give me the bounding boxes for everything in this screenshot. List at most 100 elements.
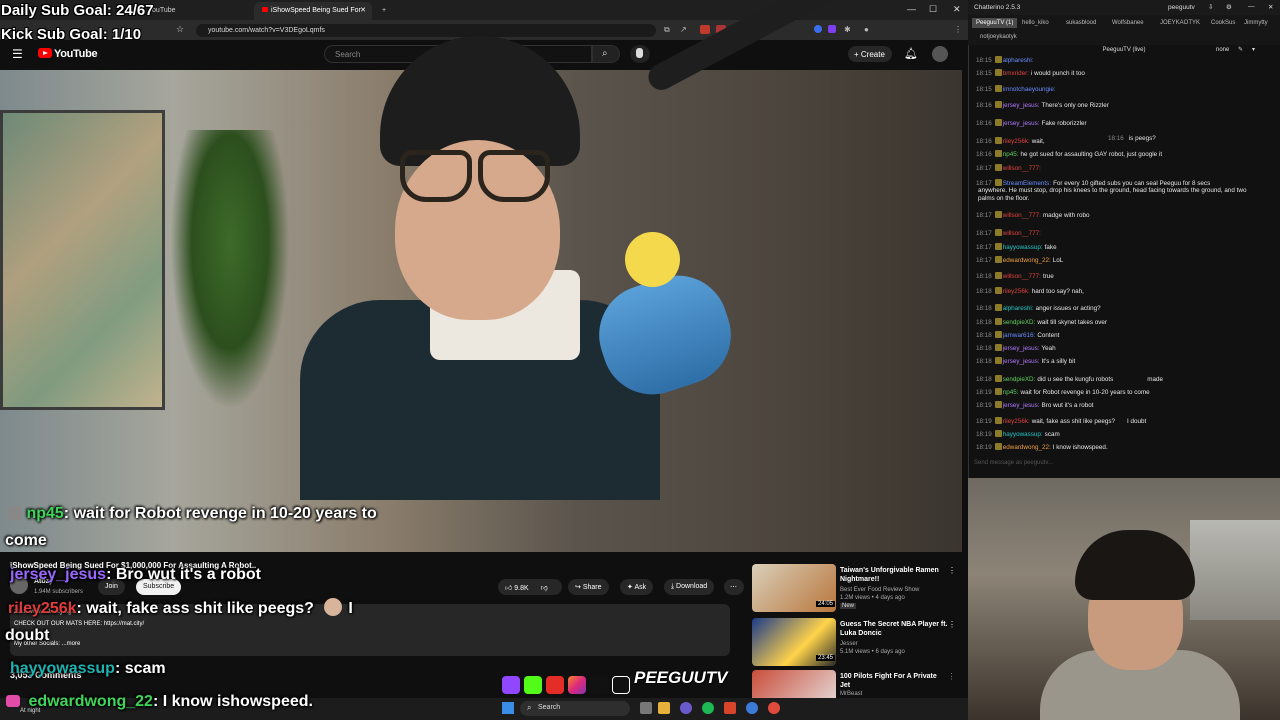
video-menu-icon[interactable]: ⋮ bbox=[948, 672, 952, 681]
chat-tab[interactable]: PeeguuTV (1) bbox=[972, 18, 1018, 28]
brave-icon[interactable] bbox=[724, 702, 736, 714]
chat-username[interactable]: alphareshi: bbox=[1003, 305, 1034, 312]
video-duration: 23:45 bbox=[816, 655, 836, 661]
chatterino-update-icon[interactable]: ⇩ bbox=[1208, 3, 1213, 11]
new-tab-button[interactable]: + bbox=[374, 2, 394, 20]
chat-username[interactable]: sendpieXD: bbox=[1003, 376, 1036, 383]
chat-username[interactable]: jersey_jesus: bbox=[1003, 345, 1040, 352]
recommended-video[interactable]: 23:45 Guess The Secret NBA Player ft. Lu… bbox=[752, 618, 956, 666]
chat-text: did u see the kungfu robots bbox=[1037, 376, 1114, 383]
create-button[interactable]: + Create bbox=[848, 46, 892, 62]
chat-username[interactable]: edwardwong_22: bbox=[1003, 444, 1051, 451]
bookmark-icon[interactable]: ☆ bbox=[176, 24, 184, 35]
close-icon[interactable]: ✕ bbox=[360, 6, 366, 14]
chat-username[interactable]: riley256k: bbox=[1003, 288, 1030, 295]
recommended-video[interactable]: 24:05 Taiwan's Unforgivable Ramen Nightm… bbox=[752, 564, 956, 612]
chat-username[interactable]: jersey_jesus: bbox=[1003, 358, 1040, 365]
youtube-social-icon bbox=[546, 676, 564, 694]
thumbs-down-icon[interactable]: 👎︎ bbox=[541, 585, 548, 592]
url-field[interactable]: youtube.com/watch?v=V3DEgoLqmfs bbox=[196, 24, 656, 37]
chat-tab[interactable]: sukasblood bbox=[1066, 20, 1096, 26]
recommended-video[interactable]: 100 Pilots Fight For A Private Jet MrBea… bbox=[752, 670, 952, 698]
chat-username[interactable]: np45: bbox=[1003, 389, 1019, 396]
share-page-icon[interactable]: ↗ bbox=[680, 25, 687, 34]
chat-username[interactable]: willson__777: bbox=[1003, 212, 1041, 219]
more-actions-button[interactable]: ⋯ bbox=[724, 579, 744, 595]
file-explorer-icon[interactable] bbox=[658, 702, 670, 714]
pencil-icon[interactable]: ✎ bbox=[1238, 46, 1243, 53]
chat-badge-icon bbox=[994, 417, 1002, 424]
chat-tab[interactable]: notjoeykaotyk bbox=[980, 34, 1017, 40]
youtube-logo[interactable]: YouTube bbox=[38, 48, 98, 60]
avatar[interactable] bbox=[932, 46, 948, 62]
chatterino-minimize-icon[interactable]: — bbox=[1248, 3, 1255, 10]
chat-username[interactable]: alphareshi: bbox=[1003, 57, 1034, 64]
chat-badge-icon bbox=[994, 179, 1002, 186]
chat-username[interactable]: willson__777: bbox=[1003, 230, 1041, 237]
share-button[interactable]: ↪ Share bbox=[568, 579, 609, 595]
notifications-bell-icon[interactable]: 🔔︎ bbox=[904, 47, 918, 60]
window-close-icon[interactable]: ✕ bbox=[953, 4, 961, 15]
like-dislike-group: 👍︎ 9.8K 👎︎ bbox=[498, 579, 562, 595]
tab-video[interactable]: iShowSpeed Being Sued For ✕ bbox=[254, 2, 372, 20]
minimize-icon[interactable]: — bbox=[907, 4, 916, 14]
chat-tab[interactable]: Jimmytty bbox=[1244, 20, 1268, 26]
ask-button[interactable]: ✦ Ask bbox=[620, 579, 654, 595]
install-icon[interactable]: ⧉ bbox=[664, 25, 670, 35]
chat-username[interactable]: StreamElements: bbox=[1003, 180, 1051, 187]
chat-username[interactable]: riley256k: bbox=[1003, 418, 1030, 425]
chat-tab[interactable]: hello_kiko bbox=[1022, 20, 1049, 26]
chat-badge-icon bbox=[994, 401, 1002, 408]
chat-username[interactable]: jersey_jesus: bbox=[1003, 402, 1040, 409]
chatterino-close-icon[interactable]: ✕ bbox=[1268, 3, 1273, 11]
chat-username[interactable]: bmxrider: bbox=[1003, 70, 1029, 77]
chat-username[interactable]: willson__777: bbox=[1003, 165, 1041, 172]
spotify-icon[interactable] bbox=[702, 702, 714, 714]
chatterino-account[interactable]: peeguutv bbox=[1168, 4, 1195, 11]
browser-icon[interactable] bbox=[746, 702, 758, 714]
youtube-tab-icon bbox=[262, 7, 268, 12]
chat-input[interactable]: Send message as peeguutv... bbox=[972, 458, 1278, 470]
chat-badge-icon bbox=[994, 69, 1002, 76]
extension-blue-icon[interactable] bbox=[814, 25, 822, 33]
chat-username[interactable]: riley256k: bbox=[1003, 138, 1030, 145]
voice-search-button[interactable] bbox=[630, 45, 650, 63]
chat-message: 18:16 jersey_jesus: There's only one Rizzl… bbox=[976, 101, 1276, 110]
video-channel: Jesser bbox=[840, 641, 858, 647]
profile-icon[interactable]: ● bbox=[864, 25, 869, 34]
chat-mode[interactable]: none bbox=[1216, 47, 1229, 53]
chatterino-settings-icon[interactable]: ⚙︎ bbox=[1226, 3, 1232, 11]
video-menu-icon[interactable]: ⋮ bbox=[948, 620, 956, 629]
chat-username[interactable]: sendpieXD: bbox=[1003, 319, 1036, 326]
chat-message: 18:19 jersey_jesus: Bro wut it's a robot bbox=[976, 401, 1276, 410]
chat-username[interactable]: jersey_jesus: bbox=[1003, 120, 1040, 127]
chrome-icon[interactable] bbox=[768, 702, 780, 714]
maximize-icon[interactable]: ☐ bbox=[929, 4, 937, 15]
chat-username[interactable]: hayyowassup: bbox=[1003, 431, 1043, 438]
chat-tab[interactable]: Wolfsbanee bbox=[1112, 20, 1144, 26]
puzzle-icon[interactable]: ✱ bbox=[844, 25, 851, 34]
discord-icon[interactable] bbox=[680, 702, 692, 714]
chat-username[interactable]: willson__777: bbox=[1003, 273, 1041, 280]
extension-purple-icon[interactable] bbox=[828, 25, 836, 33]
chat-tab[interactable]: JOEYKAOTYK bbox=[1160, 20, 1200, 26]
video-menu-icon[interactable]: ⋮ bbox=[948, 566, 956, 575]
task-view-icon[interactable] bbox=[640, 702, 652, 714]
hamburger-menu-icon[interactable]: ☰ bbox=[12, 47, 23, 61]
chat-username[interactable]: np45: bbox=[1003, 151, 1019, 158]
thumbs-up-icon[interactable]: 👍︎ bbox=[505, 585, 514, 592]
windows-start-icon[interactable] bbox=[502, 702, 514, 714]
download-button[interactable]: ⤓ Download bbox=[664, 579, 715, 595]
chat-username[interactable]: hayyowassup: bbox=[1003, 244, 1043, 251]
chat-username[interactable]: jamwar616: bbox=[1003, 332, 1036, 339]
chat-username[interactable]: jersey_jesus: bbox=[1003, 102, 1040, 109]
chat-username[interactable]: imnotchaeyoungie: bbox=[1003, 86, 1056, 93]
taskbar-search[interactable]: Search bbox=[520, 701, 630, 716]
dropdown-icon[interactable]: ▾ bbox=[1252, 46, 1255, 53]
extension-red-icon[interactable] bbox=[700, 25, 710, 34]
chat-username[interactable]: edwardwong_22: bbox=[1003, 257, 1051, 264]
menu-dots-icon[interactable]: ⋮ bbox=[954, 25, 962, 34]
chat-timestamp: 18:15 bbox=[976, 86, 992, 93]
search-button[interactable]: ⌕ bbox=[592, 45, 620, 63]
chat-tab[interactable]: CookSus bbox=[1211, 20, 1235, 26]
